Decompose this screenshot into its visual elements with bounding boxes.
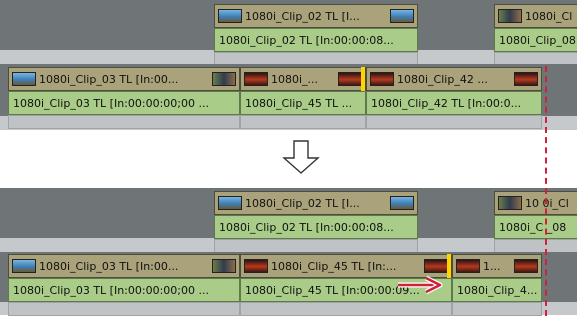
clip-thumbnail-icon [12,72,36,86]
clip-label: 1080i_Clip_45 TL ... [245,96,353,110]
clip-sub-lane [494,239,577,253]
clip-thumbnail-icon [390,196,414,210]
clip-label: 1080i_... [271,72,319,86]
clip-label: 1080i_Clip_03 TL [In:00:00:00;00 ... [13,96,209,110]
clip-thumbnail-icon [424,259,448,273]
timeline-clip-03-audio[interactable]: 1080i_Clip_03 TL [In:00:00:00;00 ... [8,278,240,302]
timeline-clip-03-video[interactable]: 1080i_Clip_03 TL [In:00... [8,67,240,91]
edit-guide-line [545,66,547,316]
timeline-clip-42-video[interactable]: 1... [452,254,542,278]
clip-label: 1080i_Clip_42 TL [In:00:0... [371,96,522,110]
timeline-clip-08-audio[interactable]: 1080i_Clip_08 [494,28,577,52]
clip-thumbnail-icon [498,196,522,210]
timeline-clip-08-video[interactable]: 10 0i_Cl [494,191,577,215]
timeline-clip-03-video[interactable]: 1080i_Clip_03 TL [In:00... [8,254,240,278]
clip-sub-lane [366,115,542,129]
clip-label: 1080i_Clip_02 TL [In:00:00:08... [219,220,394,234]
clip-sub-lane [240,115,366,129]
clip-label: 1080i_Clip_03 TL [In:00... [39,259,179,273]
clip-sub-lane [8,302,240,316]
clip-label: 1080i_Clip_08 [499,33,576,47]
clip-thumbnail-icon [218,9,242,23]
clip-label: 1080i_Cl [525,9,573,23]
arrow-down-icon [282,140,320,174]
clip-thumbnail-icon [218,196,242,210]
timeline-clip-45-video[interactable]: 1080i_... [240,67,366,91]
clip-thumbnail-icon [12,259,36,273]
clip-label: 10 0i_Cl [525,196,569,210]
clip-label: 1080i_Clip_03 TL [In:00... [39,72,179,86]
timeline-clip-02-audio[interactable]: 1080i_Clip_02 TL [In:00:00:08... [214,28,418,52]
clip-thumbnail-icon [370,72,394,86]
clip-thumbnail-icon [498,9,522,23]
clip-thumbnail-icon [212,72,236,86]
clip-thumbnail-icon [212,259,236,273]
timeline-clip-03-audio[interactable]: 1080i_Clip_03 TL [In:00:00:00;00 ... [8,91,240,115]
clip-sub-lane [452,302,542,316]
clip-thumbnail-icon [514,259,538,273]
edit-point-marker [447,254,451,278]
timeline-clip-42-audio[interactable]: 1080i_Clip_42 TL [In:00:0... [366,91,542,115]
clip-label: 1080i_C _08 [499,220,567,234]
timeline-clip-08-audio[interactable]: 1080i_C _08 [494,215,577,239]
timeline-clip-08-video[interactable]: 1080i_Cl [494,4,577,28]
clip-label: 1080i_Clip_03 TL [In:00:00:00;00 ... [13,283,209,297]
clip-label: 1080i_Clip_02 TL [I... [245,196,360,210]
clip-sub-lane [214,239,418,253]
clip-sub-lane [8,115,240,129]
timeline-clip-45-audio[interactable]: 1080i_Clip_45 TL ... [240,91,366,115]
timeline-clip-42-video[interactable]: 1080i_Clip_42 ... [366,67,542,91]
clip-label: 1... [483,259,501,273]
clip-thumbnail-icon [338,72,362,86]
clip-sub-lane [240,302,452,316]
clip-thumbnail-icon [514,72,538,86]
clip-label: 1080i_Clip_02 TL [I... [245,9,360,23]
clip-label: 1080i_Clip_45 TL [In:... [271,259,397,273]
edit-point-marker [361,67,365,91]
arrow-right-icon [398,276,443,294]
clip-label: 1080i_Clip_02 TL [In:00:00:08... [219,33,394,47]
clip-thumbnail-icon [244,72,268,86]
timeline-clip-45-video[interactable]: 1080i_Clip_45 TL [In:... [240,254,452,278]
timeline-clip-42-audio[interactable]: 1080i_Clip_4... [452,278,542,302]
clip-label: 1080i_Clip_42 ... [397,72,488,86]
clip-thumbnail-icon [244,259,268,273]
timeline-clip-02-audio[interactable]: 1080i_Clip_02 TL [In:00:00:08... [214,215,418,239]
clip-label: 1080i_Clip_4... [457,283,538,297]
clip-thumbnail-icon [390,9,414,23]
timeline-clip-02-video[interactable]: 1080i_Clip_02 TL [I... [214,191,418,215]
clip-thumbnail-icon [456,259,480,273]
timeline-clip-02-video[interactable]: 1080i_Clip_02 TL [I... [214,4,418,28]
